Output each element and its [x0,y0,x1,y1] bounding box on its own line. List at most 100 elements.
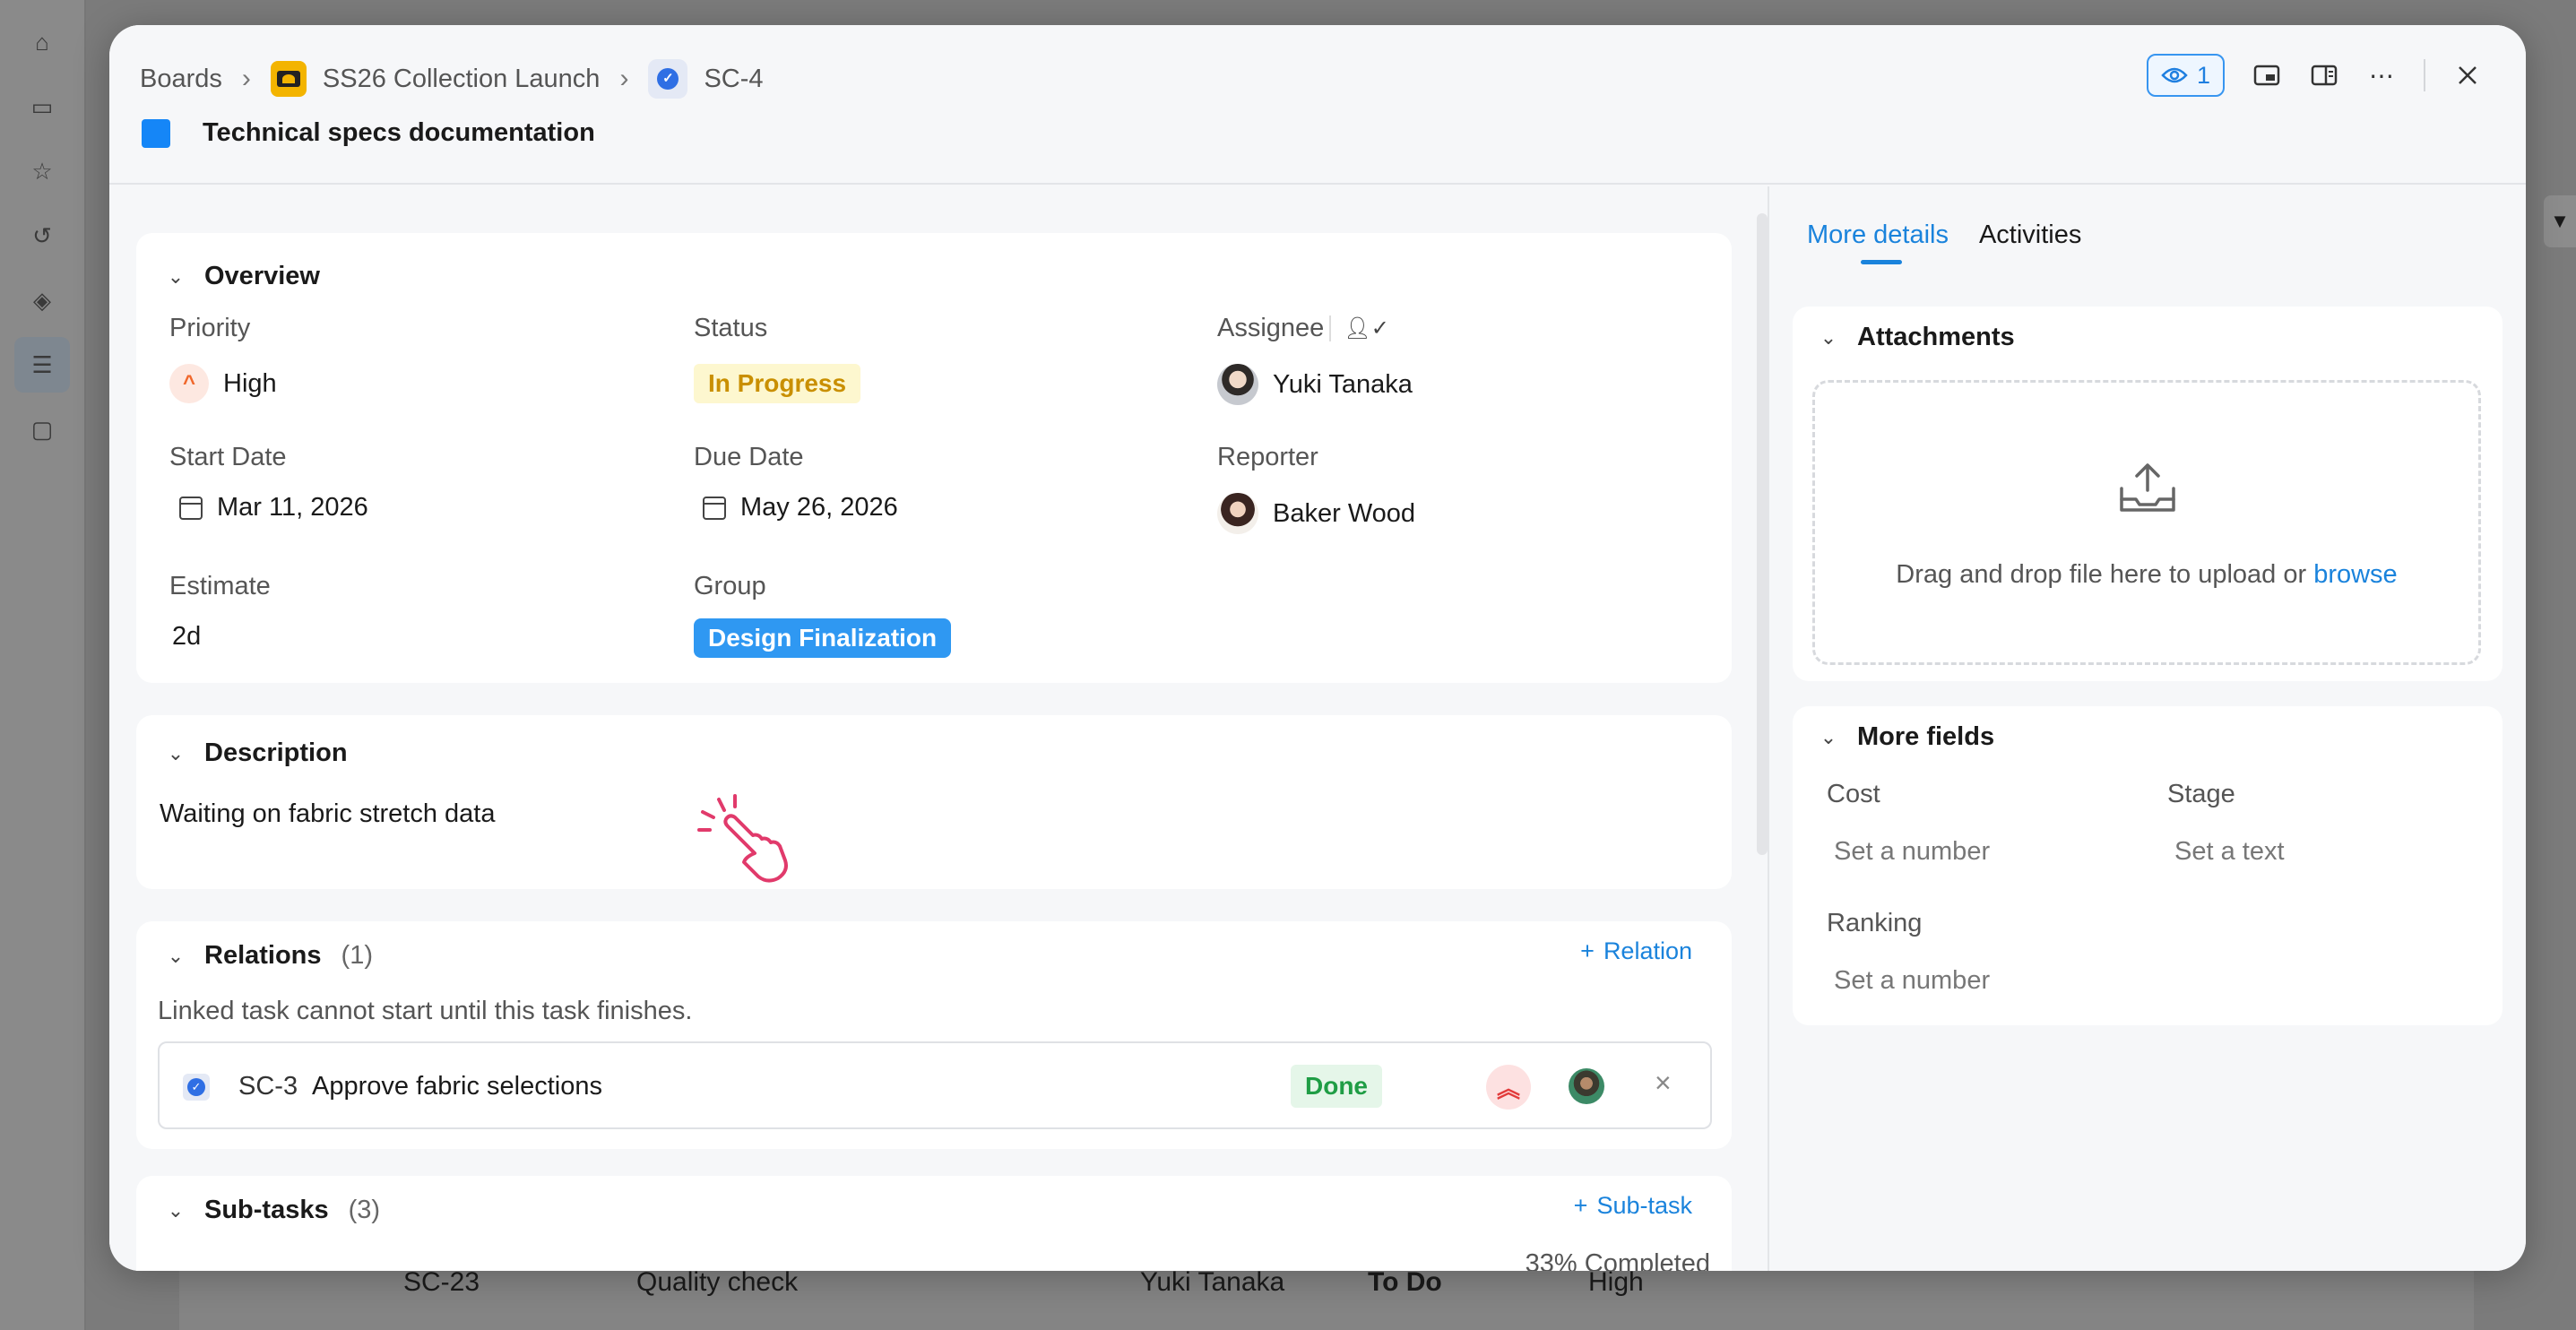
bg-row-status: To Do [1368,1267,1442,1297]
relation-status-badge[interactable]: Done [1291,1065,1382,1108]
history-icon[interactable]: ↺ [27,220,57,251]
project-icon [270,61,307,97]
watchers-count: 1 [2196,61,2210,89]
browse-link[interactable]: browse [2313,560,2398,589]
header-actions: 1 ⋯ [2146,54,2483,97]
task-title[interactable]: Technical specs documentation [203,118,595,148]
ranking-input[interactable]: Set a number [1834,966,1990,996]
overview-header[interactable]: ⌄ Overview [167,262,320,291]
priority-value: High [223,368,277,398]
attachment-dropzone[interactable]: Drag and drop file here to upload or bro… [1812,380,2481,665]
chevron-down-icon: ⌄ [1820,725,1837,748]
group-badge: Design Finalization [694,618,952,658]
ranking-label: Ranking [1827,909,1923,937]
relation-key[interactable]: SC-3 [238,1072,298,1101]
upload-icon [2120,463,2175,512]
dropzone-text: Drag and drop file here to upload or bro… [1815,560,2478,590]
estimate-value[interactable]: 2d [172,622,201,652]
relation-note: Linked task cannot start until this task… [158,997,693,1025]
stage-input[interactable]: Set a text [2174,837,2285,867]
more-fields-header[interactable]: ⌄ More fields [1820,722,1994,752]
priority-highest-icon[interactable]: ︽ [1486,1065,1531,1110]
add-relation-button[interactable]: + Relation [1580,937,1692,965]
status-badge: In Progress [694,364,861,403]
subtasks-count: (3) [348,1196,381,1224]
eye-icon [2161,67,2188,83]
bg-row-priority: High [1588,1267,1644,1297]
dropdown-toggle[interactable]: ▼ [2544,195,2576,247]
reporter-label: Reporter [1217,443,1318,471]
chevron-down-icon: ⌄ [167,264,185,288]
subtasks-title: Sub-tasks [204,1196,329,1224]
assignee-value: Yuki Tanaka [1273,369,1413,399]
assign-user-icon[interactable]: 👤︎✓ [1329,315,1389,341]
breadcrumb-boards[interactable]: Boards [140,65,222,94]
bg-row-title: Quality check [636,1267,799,1297]
task-type-icon: ✓ [648,59,688,99]
due-date-value: May 26, 2026 [740,493,898,522]
more-options-icon[interactable]: ⋯ [2366,60,2397,91]
home-icon[interactable]: ⌂ [27,27,57,57]
details-tabs: More details Activities [1807,220,2081,264]
side-panel-icon[interactable] [2309,60,2339,91]
remove-relation-icon[interactable]: × [1655,1067,1672,1100]
description-header[interactable]: ⌄ Description [167,738,348,768]
close-icon[interactable] [2452,60,2483,91]
cost-input[interactable]: Set a number [1834,837,1990,867]
cost-label: Cost [1827,780,1880,808]
group-field[interactable]: Design Finalization [694,618,952,658]
priority-label: Priority [169,314,251,342]
task-color-swatch[interactable] [142,118,170,148]
status-field[interactable]: In Progress [694,364,861,403]
group-label: Group [694,572,766,600]
picture-in-picture-icon[interactable] [2252,60,2282,91]
start-date-label: Start Date [169,443,287,471]
plus-icon: + [1580,937,1595,964]
task-type-icon: ✓ [183,1074,210,1101]
description-title: Description [204,738,348,767]
reporter-field[interactable]: Baker Wood [1217,493,1415,534]
star-icon[interactable]: ☆ [27,156,57,186]
relation-title[interactable]: Approve fabric selections [312,1072,602,1101]
due-date-field[interactable]: May 26, 2026 [703,493,898,522]
due-date-label: Due Date [694,443,804,471]
chevron-up-icon: ^ [169,364,209,403]
start-date-field[interactable]: Mar 11, 2026 [179,493,368,522]
boards-icon[interactable]: ☰ [27,350,57,380]
avatar[interactable] [1569,1068,1604,1104]
scrollbar[interactable] [1757,213,1768,855]
attachments-header[interactable]: ⌄ Attachments [1820,323,2015,352]
folder-icon[interactable]: ▢ [27,414,57,445]
layers-icon[interactable]: ◈ [27,285,57,315]
pointer-hand-icon [697,794,788,883]
relations-header[interactable]: ⌄ Relations (1) [167,941,373,971]
calendar-icon [703,496,726,520]
chevron-down-icon: ⌄ [167,1198,185,1222]
description-text[interactable]: Waiting on fabric stretch data [160,799,496,829]
assignee-field[interactable]: Yuki Tanaka [1217,364,1413,405]
stage-label: Stage [2167,780,2235,808]
relations-count: (1) [341,941,373,970]
watchers-button[interactable]: 1 [2146,54,2225,97]
breadcrumb-task-key: SC-4 [704,64,764,93]
more-fields-title: More fields [1857,722,1995,751]
breadcrumb-task[interactable]: ✓ SC-4 [648,59,764,99]
subtasks-header[interactable]: ⌄ Sub-tasks (3) [167,1196,380,1225]
attachments-title: Attachments [1857,323,2015,351]
bg-row-assignee: Yuki Tanaka [1140,1267,1285,1297]
relation-item[interactable]: ✓ SC-3 Approve fabric selections Done ︽ … [158,1041,1712,1129]
task-main-pane: ⌄ Overview Priority ^ High Status In Pro… [109,186,1768,1271]
tab-activities[interactable]: Activities [1979,220,2081,263]
tab-more-details[interactable]: More details [1807,220,1949,264]
priority-field[interactable]: ^ High [169,364,277,403]
description-card: ⌄ Description Waiting on fabric stretch … [136,715,1732,889]
estimate-label: Estimate [169,572,271,600]
reporter-value: Baker Wood [1273,498,1416,528]
chat-icon[interactable]: ▭ [27,91,57,122]
avatar [1217,493,1258,534]
add-subtask-button[interactable]: + Sub-task [1574,1192,1692,1220]
start-date-value: Mar 11, 2026 [217,493,368,522]
breadcrumb-project[interactable]: SS26 Collection Launch [270,61,600,97]
details-panel: More details Activities ⌄ Attachments Dr… [1768,186,2526,1271]
add-subtask-label: Sub-task [1596,1192,1692,1219]
